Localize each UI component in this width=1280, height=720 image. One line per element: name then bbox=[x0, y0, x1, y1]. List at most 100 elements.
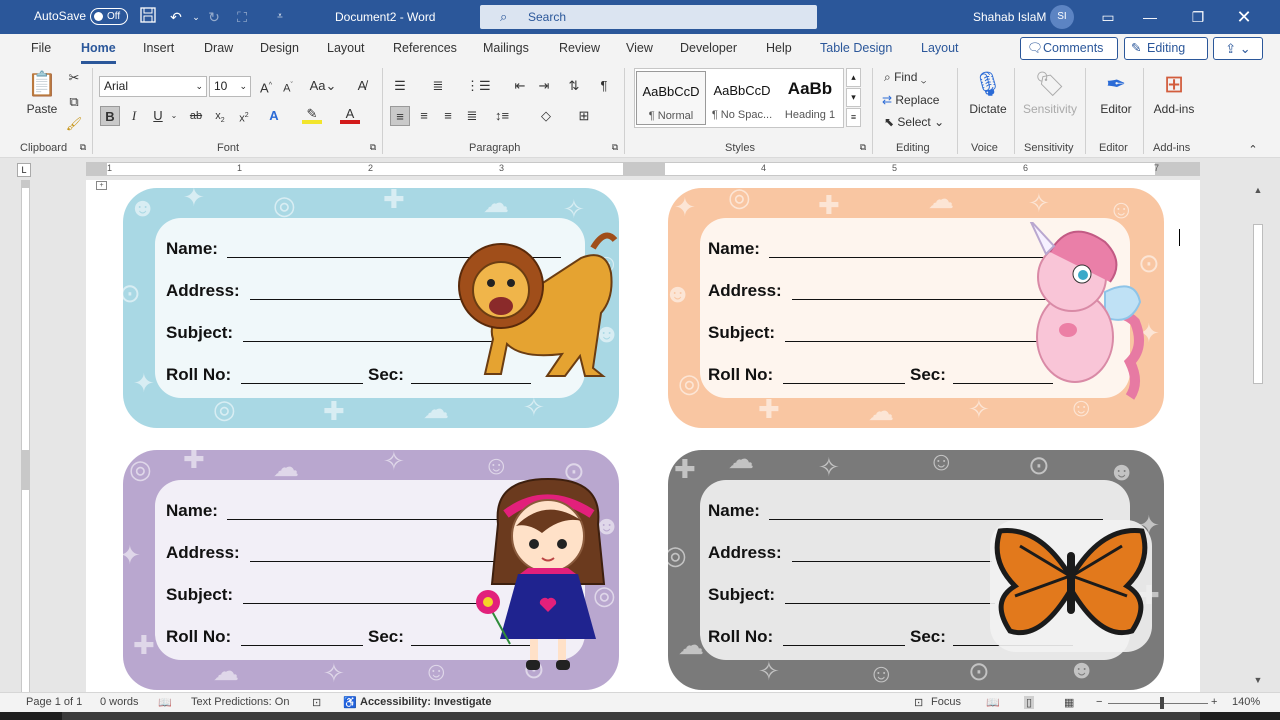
chevron-down-icon[interactable]: ▾ bbox=[846, 88, 861, 107]
proofing-icon[interactable]: 📖 bbox=[158, 696, 172, 709]
align-right-icon[interactable]: ≡ bbox=[438, 106, 458, 126]
print-layout-icon[interactable]: ▯ bbox=[1024, 696, 1035, 709]
justify-icon[interactable]: ≣ bbox=[462, 106, 482, 126]
pilcrow-icon[interactable]: ¶ bbox=[594, 76, 614, 96]
style-no-spacing[interactable]: AaBbCcD ¶ No Spac... bbox=[707, 71, 777, 125]
scroll-up-icon[interactable]: ▲ bbox=[1252, 184, 1264, 196]
highlight-color-icon[interactable]: ✎ bbox=[302, 106, 322, 124]
editor-button[interactable]: ✒ Editor bbox=[1088, 68, 1144, 138]
share-button[interactable]: ⇪ ⌄ bbox=[1213, 37, 1263, 60]
tab-file[interactable]: File bbox=[31, 41, 51, 55]
macro-icon[interactable]: ⊡ bbox=[312, 696, 321, 709]
text-predictions[interactable]: Text Predictions: On bbox=[191, 696, 289, 708]
numbering-icon[interactable]: ≣ bbox=[428, 76, 448, 96]
table-move-handle[interactable]: + bbox=[96, 181, 107, 190]
sort-icon[interactable]: ⇅ bbox=[564, 76, 584, 96]
italic-icon[interactable]: I bbox=[124, 106, 144, 126]
tab-table-design[interactable]: Table Design bbox=[820, 41, 892, 55]
underline-dropdown-icon[interactable]: ⌄ bbox=[164, 106, 184, 126]
font-size-select[interactable]: 10 ⌄ bbox=[209, 76, 251, 97]
clear-formatting-icon[interactable]: A̸ bbox=[352, 76, 372, 96]
dialog-launcher-icon[interactable]: ⧉ bbox=[610, 142, 620, 152]
text-effects-icon[interactable]: A bbox=[264, 106, 284, 126]
zoom-out-icon[interactable]: − bbox=[1096, 696, 1102, 708]
dialog-launcher-icon[interactable]: ⧉ bbox=[78, 142, 88, 152]
select-button[interactable]: ⬉ Select ⌄ bbox=[884, 115, 944, 129]
label-card-lion[interactable]: ✧☁✚◎✦☻⊙☺✧☁✚◎✦☻ Name: Address: Subject: R… bbox=[123, 188, 619, 428]
accessibility-status[interactable]: Accessibility: Investigate bbox=[360, 696, 491, 708]
tab-insert[interactable]: Insert bbox=[143, 41, 174, 55]
replace-button[interactable]: ⇄ Replace bbox=[882, 93, 939, 107]
tab-review[interactable]: Review bbox=[559, 41, 600, 55]
autosave-toggle[interactable]: Off bbox=[90, 8, 128, 25]
multilevel-list-icon[interactable]: ⋮☰ bbox=[466, 76, 491, 96]
increase-indent-icon[interactable]: ⇥ bbox=[534, 76, 554, 96]
tab-selector[interactable]: L bbox=[17, 163, 31, 177]
dialog-launcher-icon[interactable]: ⧉ bbox=[858, 142, 868, 152]
search-box[interactable]: ⌕ Search bbox=[480, 5, 817, 29]
grow-font-icon[interactable]: A^ bbox=[256, 76, 276, 96]
superscript-icon[interactable]: x2 bbox=[234, 106, 254, 126]
scroll-thumb[interactable] bbox=[1253, 224, 1263, 384]
tab-draw[interactable]: Draw bbox=[204, 41, 233, 55]
redo-icon[interactable]: ↻ bbox=[204, 7, 224, 27]
customize-toolbar-icon[interactable]: ⩡ bbox=[270, 7, 290, 27]
label-card-butterfly[interactable]: ☻⊙☺✧☁✚◎✦☻⊙☺✧☁✚ Name: Address: Subject: R… bbox=[668, 450, 1164, 690]
ribbon-display-icon[interactable]: ▭ bbox=[1098, 7, 1118, 27]
minimize-icon[interactable]: — bbox=[1140, 7, 1160, 27]
scroll-down-icon[interactable]: ▼ bbox=[1252, 674, 1264, 686]
style-heading-1[interactable]: AaBb Heading 1 bbox=[775, 71, 845, 125]
shrink-font-icon[interactable]: Aˇ bbox=[278, 76, 298, 96]
copy-icon[interactable]: ⧉ bbox=[64, 92, 84, 112]
dictate-button[interactable]: 🎙 Dictate bbox=[960, 68, 1016, 138]
focus-button[interactable]: Focus bbox=[931, 696, 961, 708]
cut-icon[interactable]: ✂ bbox=[64, 68, 84, 88]
strikethrough-icon[interactable]: ab bbox=[186, 106, 206, 126]
borders-icon[interactable]: ⊞ bbox=[574, 106, 594, 126]
font-color-icon[interactable]: A bbox=[340, 106, 360, 124]
web-layout-icon[interactable]: ▦ bbox=[1064, 696, 1074, 709]
editing-mode-button[interactable]: ✎ Editing bbox=[1124, 37, 1208, 60]
align-left-icon[interactable]: ≡ bbox=[390, 106, 410, 126]
zoom-slider-thumb[interactable] bbox=[1160, 697, 1164, 709]
page-count[interactable]: Page 1 of 1 bbox=[26, 696, 82, 708]
font-family-select[interactable]: Arial ⌄ bbox=[99, 76, 207, 97]
tab-view[interactable]: View bbox=[626, 41, 653, 55]
bullets-icon[interactable]: ☰ bbox=[390, 76, 410, 96]
bold-icon[interactable]: B bbox=[100, 106, 120, 126]
chevron-up-icon[interactable]: ▴ bbox=[846, 68, 861, 87]
sensitivity-button[interactable]: 🏷 Sensitivity bbox=[1020, 68, 1080, 138]
tab-mailings[interactable]: Mailings bbox=[483, 41, 529, 55]
add-ins-button[interactable]: ⊞ Add-ins bbox=[1146, 68, 1202, 138]
format-painter-icon[interactable]: 🖌 bbox=[64, 114, 84, 134]
undo-dropdown-icon[interactable]: ⌄ bbox=[186, 7, 206, 27]
styles-scroll[interactable]: ▴ ▾ ≡ bbox=[846, 68, 861, 128]
paste-button[interactable]: 📋 Paste bbox=[14, 68, 70, 138]
shading-icon[interactable]: ◇ bbox=[536, 106, 556, 126]
zoom-slider[interactable] bbox=[1108, 703, 1208, 704]
vertical-ruler[interactable] bbox=[21, 180, 30, 692]
vertical-scrollbar[interactable]: ▲ ▼ bbox=[1249, 180, 1267, 692]
comments-button[interactable]: 🗨 Comments bbox=[1020, 37, 1118, 60]
find-button[interactable]: ⌕ Find ⌄ bbox=[884, 70, 926, 85]
zoom-in-icon[interactable]: + bbox=[1211, 696, 1217, 708]
restore-icon[interactable]: ❐ bbox=[1188, 7, 1208, 27]
collapse-ribbon-icon[interactable]: ⌃ bbox=[1243, 140, 1263, 160]
tab-design[interactable]: Design bbox=[260, 41, 299, 55]
decrease-indent-icon[interactable]: ⇤ bbox=[510, 76, 530, 96]
tab-help[interactable]: Help bbox=[766, 41, 792, 55]
horizontal-ruler[interactable]: 1 1 2 3 4 5 6 7 bbox=[86, 162, 1200, 176]
user-name[interactable]: Shahab IslaM bbox=[973, 10, 1046, 24]
dialog-launcher-icon[interactable]: ⧉ bbox=[368, 142, 378, 152]
align-center-icon[interactable]: ≡ bbox=[414, 106, 434, 126]
accessibility-icon[interactable]: ♿ bbox=[343, 696, 357, 709]
tab-developer[interactable]: Developer bbox=[680, 41, 737, 55]
tab-references[interactable]: References bbox=[393, 41, 457, 55]
label-card-girl[interactable]: ⊙☺✧☁✚◎✦☻⊙☺✧☁✚◎ Name: Address: Subject: R… bbox=[123, 450, 619, 690]
format-painter-icon[interactable]: ⛶ bbox=[232, 7, 252, 27]
tab-table-layout[interactable]: Layout bbox=[921, 41, 959, 55]
save-icon[interactable] bbox=[138, 7, 158, 27]
label-card-unicorn[interactable]: ☺ ✧ ☁ ✚ ◎ ✦ ☻ ⊙ ☺ ✧ ☁ ✚ ◎ ✦ Name: Address: Subject: R… bbox=[668, 188, 1164, 428]
line-spacing-icon[interactable]: ↕≡ bbox=[492, 106, 512, 126]
tab-home[interactable]: Home bbox=[81, 41, 116, 64]
